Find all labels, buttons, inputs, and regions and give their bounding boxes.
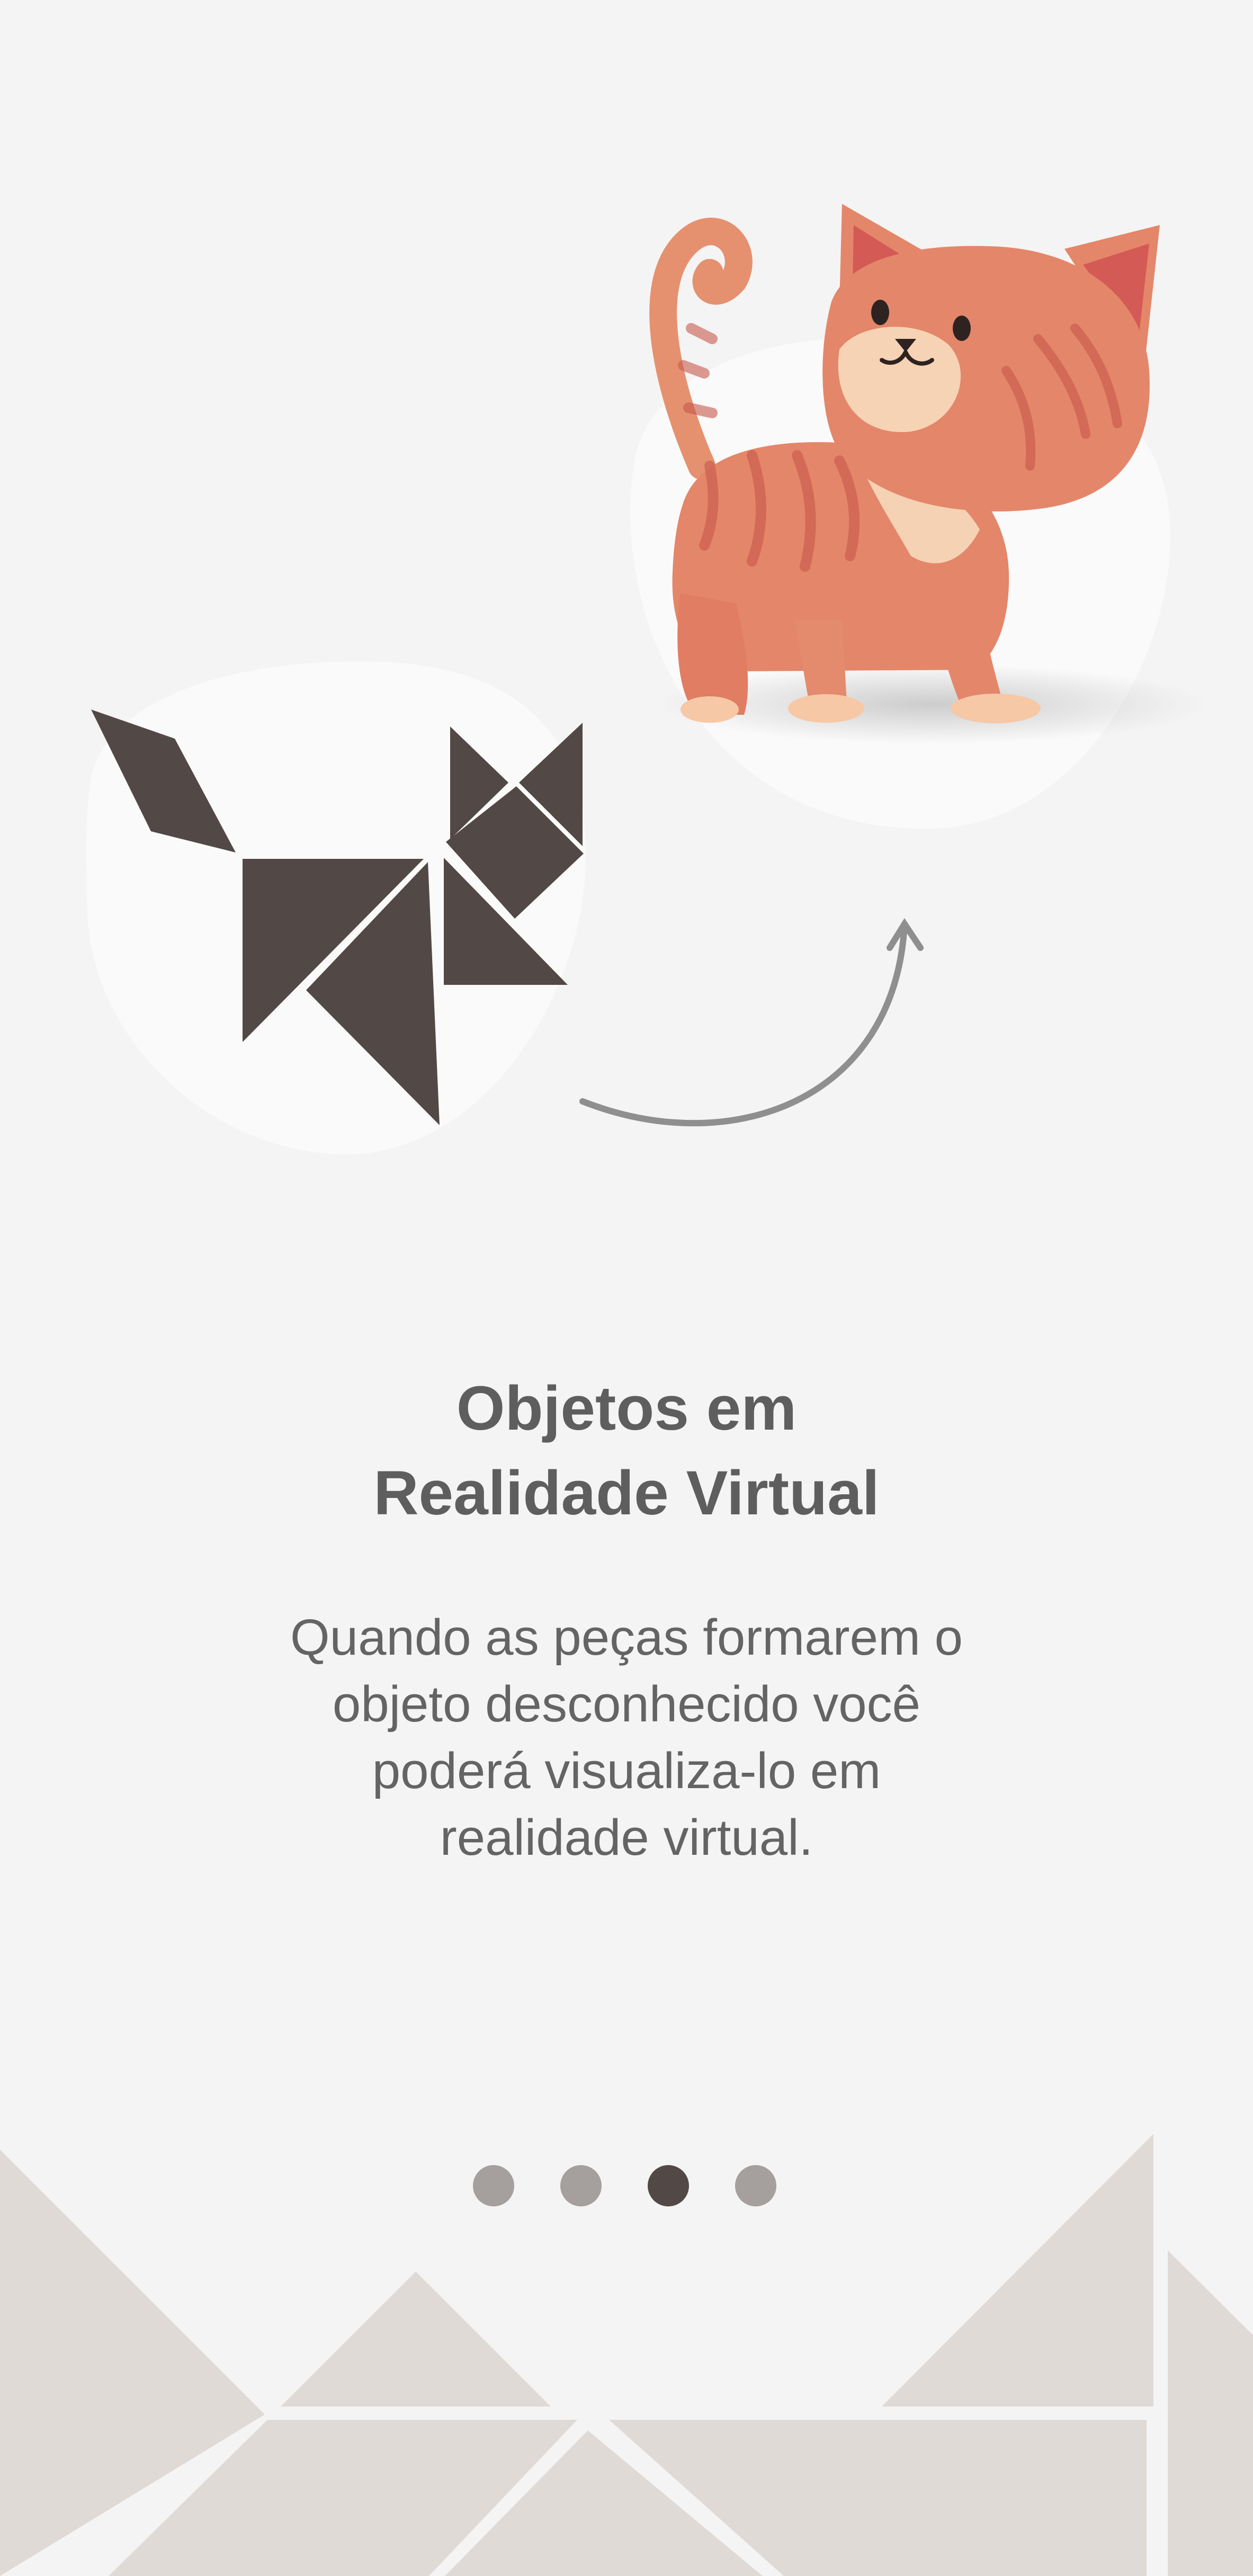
description-line: poderá visualiza-lo em: [372, 1743, 881, 1799]
description-line: realidade virtual.: [440, 1809, 813, 1866]
page-dot-2[interactable]: [560, 2165, 602, 2206]
curved-arrow-icon: [579, 918, 924, 1127]
page-dot-3-active[interactable]: [648, 2165, 689, 2206]
onboarding-title: Objetos em Realidade Virtual: [0, 1366, 1253, 1536]
title-line: Realidade Virtual: [373, 1458, 880, 1528]
page-dot-1[interactable]: [473, 2165, 514, 2206]
description-line: Quando as peças formarem o: [290, 1609, 963, 1666]
title-line: Objetos em: [456, 1374, 797, 1443]
illustration: [86, 204, 1207, 1155]
onboarding-description: Quando as peças formarem o objeto descon…: [203, 1604, 1050, 1871]
description-line: objeto desconhecido você: [332, 1676, 921, 1733]
page-indicator[interactable]: [473, 2165, 776, 2206]
onboarding-screen: Objetos em Realidade Virtual Quando as p…: [0, 0, 1253, 2576]
page-dot-4[interactable]: [735, 2165, 776, 2206]
